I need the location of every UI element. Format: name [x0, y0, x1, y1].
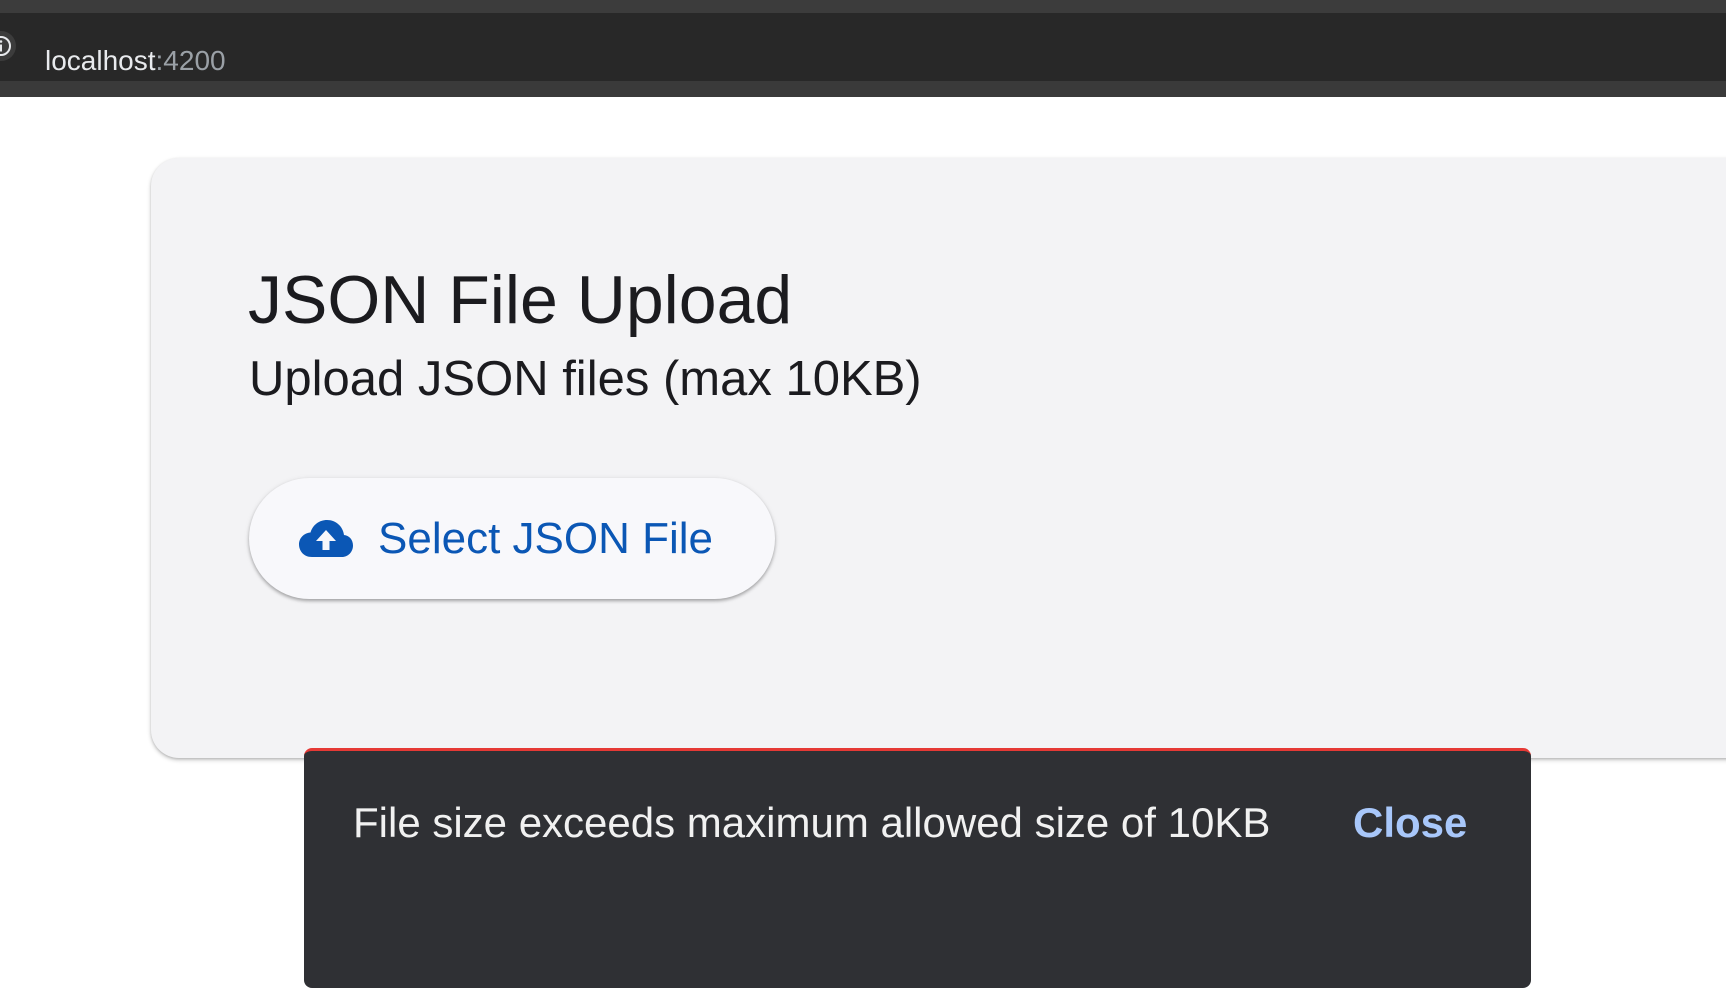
page-subtitle: Upload JSON files (max 10KB)	[249, 352, 922, 406]
upload-card	[151, 158, 1726, 758]
cloud-upload-icon	[297, 518, 355, 560]
url-port: :4200	[155, 45, 226, 76]
snackbar-close-button[interactable]: Close	[1353, 798, 1467, 848]
info-icon[interactable]	[0, 31, 16, 61]
error-snackbar	[304, 748, 1531, 988]
select-json-file-button[interactable]: Select JSON File	[249, 478, 775, 599]
browser-address-bar[interactable]: localhost:4200	[0, 13, 1726, 81]
url-host: localhost	[45, 45, 156, 76]
address-bar-url[interactable]: localhost:4200	[45, 43, 226, 79]
browser-tab-strip	[0, 0, 1726, 13]
select-json-file-label: Select JSON File	[378, 513, 713, 563]
page-title: JSON File Upload	[248, 262, 793, 338]
snackbar-message: File size exceeds maximum allowed size o…	[353, 799, 1271, 846]
browser-toolbar-edge	[0, 81, 1726, 97]
